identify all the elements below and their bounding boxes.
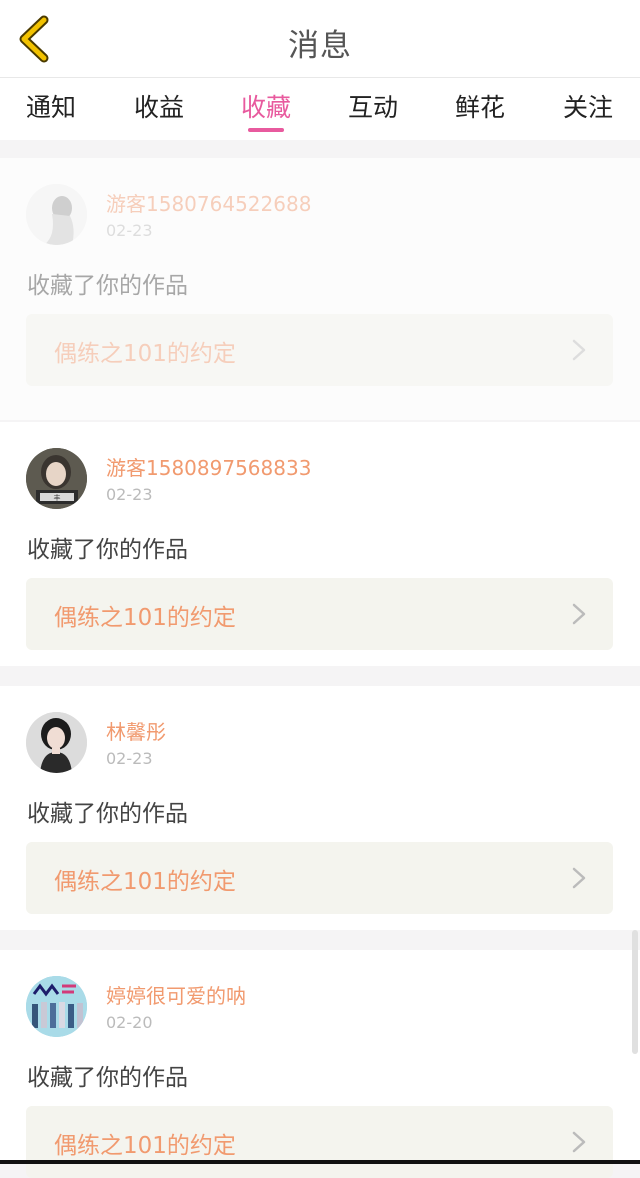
work-title: 偶练之101的约定: [54, 1133, 236, 1159]
username[interactable]: 林馨彤: [106, 716, 166, 745]
header-bar: 消息: [0, 0, 640, 78]
action-text: 收藏了你的作品: [27, 537, 188, 563]
username[interactable]: 游客1580897568833: [106, 452, 311, 481]
timestamp: 02-23: [106, 485, 153, 504]
work-link[interactable]: 偶练之101的约定: [26, 578, 613, 650]
chevron-right-icon: [572, 603, 586, 625]
avatar-default-icon: [26, 184, 87, 245]
tab-label: 收藏: [240, 93, 291, 122]
avatar[interactable]: 丰: [26, 448, 87, 509]
tab-label: 关注: [562, 93, 613, 122]
tab-interaction[interactable]: 互动: [333, 88, 413, 124]
timestamp: 02-23: [106, 749, 153, 768]
svg-text:丰: 丰: [54, 493, 61, 502]
avatar[interactable]: [26, 976, 87, 1037]
page-title: 消息: [288, 28, 352, 64]
avatar-girl-icon: 丰: [26, 448, 87, 509]
work-link[interactable]: 偶练之101的约定: [26, 842, 613, 914]
chevron-right-icon: [572, 867, 586, 889]
username[interactable]: 游客1580764522688: [106, 188, 311, 217]
avatar-woman-icon: [26, 712, 87, 773]
action-text: 收藏了你的作品: [27, 273, 188, 299]
work-title: 偶练之101的约定: [54, 869, 236, 895]
avatar[interactable]: [26, 184, 87, 245]
work-title: 偶练之101的约定: [54, 605, 236, 631]
work-link[interactable]: 偶练之101的约定: [26, 1106, 613, 1178]
tab-active-indicator: [248, 128, 284, 132]
tab-favorites[interactable]: 收藏: [226, 88, 306, 132]
tab-follow[interactable]: 关注: [548, 88, 628, 124]
tab-flowers[interactable]: 鲜花: [440, 88, 520, 124]
tab-bar: 通知 收益 收藏 互动 鲜花 关注: [0, 78, 640, 140]
tab-label: 互动: [347, 93, 398, 122]
list-item: 林馨彤 02-23 收藏了你的作品 偶练之101的约定: [0, 686, 640, 930]
work-link[interactable]: 偶练之101的约定: [26, 314, 613, 386]
tab-label: 鲜花: [454, 93, 505, 122]
chevron-right-icon: [572, 339, 586, 361]
list-item: 游客1580764522688 02-23 收藏了你的作品 偶练之101的约定: [0, 158, 640, 420]
timestamp: 02-20: [106, 1013, 153, 1032]
tab-label: 收益: [133, 93, 184, 122]
avatar-group-icon: [26, 976, 87, 1037]
tab-notice[interactable]: 通知: [11, 88, 91, 124]
action-text: 收藏了你的作品: [27, 801, 188, 827]
work-title: 偶练之101的约定: [54, 341, 236, 367]
username[interactable]: 婷婷很可爱的呐: [106, 980, 246, 1009]
tab-label: 通知: [25, 93, 76, 122]
tab-income[interactable]: 收益: [119, 88, 199, 124]
action-text: 收藏了你的作品: [27, 1065, 188, 1091]
list-item: 丰 游客1580897568833 02-23 收藏了你的作品 偶练之101的约…: [0, 422, 640, 666]
list-item: 婷婷很可爱的呐 02-20 收藏了你的作品 偶练之101的约定: [0, 950, 640, 1178]
scrollbar[interactable]: [632, 930, 638, 1054]
screen-bottom-edge: [0, 1160, 640, 1164]
chevron-right-icon: [572, 1131, 586, 1153]
timestamp: 02-23: [106, 221, 153, 240]
avatar[interactable]: [26, 712, 87, 773]
